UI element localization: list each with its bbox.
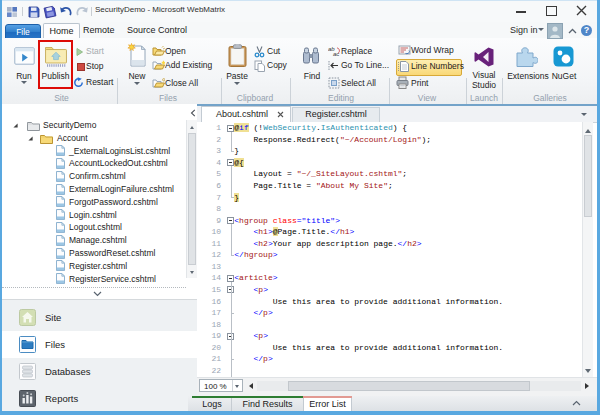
svg-text:ac: ac [333, 51, 339, 57]
